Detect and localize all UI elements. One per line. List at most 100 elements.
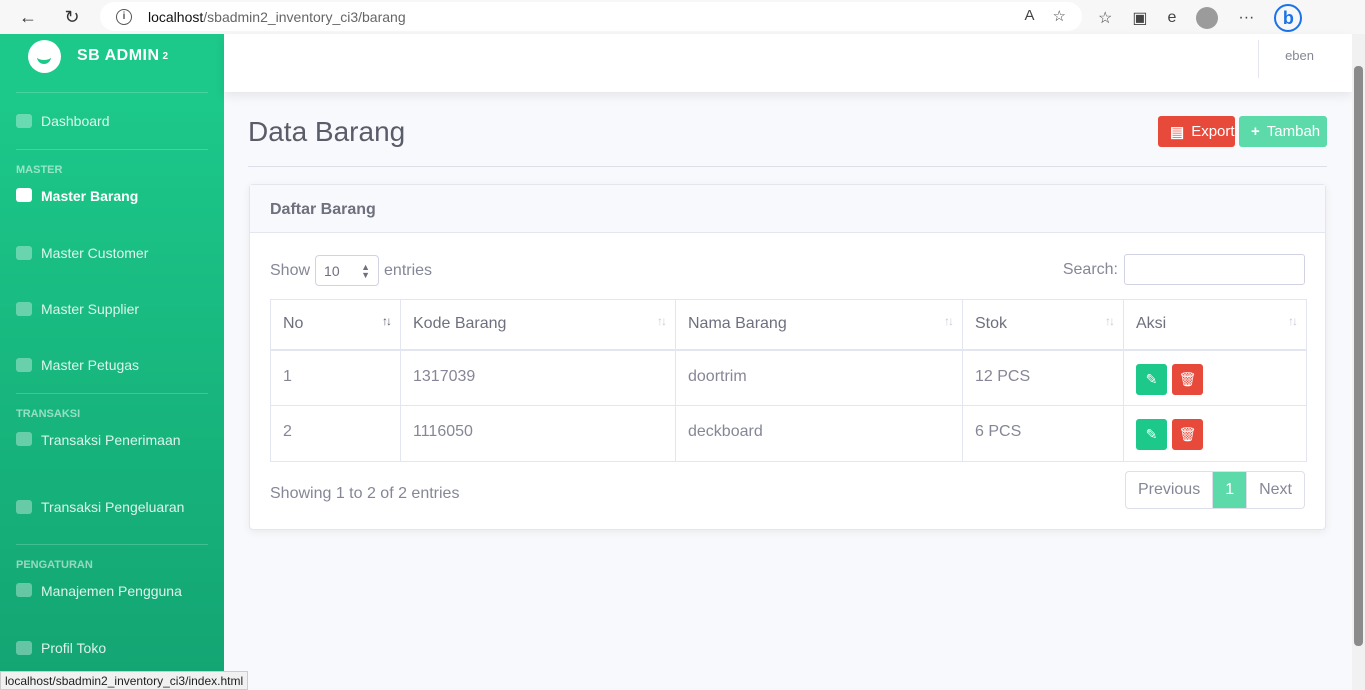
sidebar-heading-pengaturan: PENGATURAN	[16, 559, 93, 571]
column-header-stok[interactable]: Stok ↑↓	[962, 299, 1124, 351]
sidebar-item-manajemen-pengguna[interactable]: Manajemen Pengguna	[0, 583, 224, 620]
edit-button[interactable]: ✎	[1136, 419, 1167, 450]
back-icon[interactable]: ←	[14, 3, 42, 31]
column-header-aksi[interactable]: Aksi ↑↓	[1123, 299, 1307, 351]
entries-value: 10	[324, 262, 340, 279]
sort-icon: ↑↓	[944, 314, 954, 328]
user-menu[interactable]: eben	[1285, 48, 1314, 63]
url-path: /sbadmin2_inventory_ci3/barang	[203, 8, 406, 25]
brand[interactable]: SB ADMIN 2	[0, 34, 224, 78]
daftar-barang-card: Daftar Barang Show 10 ▲ ▼ entries Search:…	[249, 184, 1326, 530]
sidebar-item-master-petugas[interactable]: Master Petugas	[0, 337, 224, 393]
add-favorite-icon[interactable]: ☆	[1053, 7, 1066, 25]
status-url-tooltip: localhost/sbadmin2_inventory_ci3/index.h…	[0, 671, 249, 690]
topbar-divider	[1258, 40, 1259, 78]
collections-icon[interactable]: ▣	[1132, 8, 1147, 28]
previous-page-button[interactable]: Previous	[1126, 472, 1214, 508]
sidebar-item-label: Manajemen Pengguna	[41, 583, 182, 599]
pencil-icon: ✎	[1145, 370, 1158, 387]
show-label: Show	[270, 261, 311, 279]
store-icon	[16, 641, 32, 655]
sidebar-item-transaksi-pengeluaran[interactable]: Transaksi Pengeluaran	[0, 469, 224, 544]
user-icon	[16, 246, 32, 260]
site-info-icon[interactable]: i	[116, 8, 132, 25]
sidebar-item-dashboard[interactable]: Dashboard	[0, 93, 224, 149]
sidebar-item-label: Master Customer	[41, 245, 149, 261]
scrollbar[interactable]	[1352, 34, 1365, 690]
column-header-kode[interactable]: Kode Barang ↑↓	[400, 299, 676, 351]
cell-no: 2	[270, 405, 401, 462]
user-icon	[16, 302, 32, 316]
brand-logo-icon	[28, 39, 61, 73]
cell-nama: deckboard	[675, 405, 963, 462]
ie-mode-icon[interactable]: e	[1167, 9, 1176, 27]
column-header-no[interactable]: No ↑↓	[270, 299, 401, 351]
file-icon	[16, 499, 32, 514]
tambah-label: Tambah	[1266, 123, 1321, 140]
more-menu-icon[interactable]: ···	[1238, 9, 1254, 27]
column-header-nama[interactable]: Nama Barang ↑↓	[675, 299, 963, 351]
sort-icon: ↑↓	[1105, 314, 1115, 328]
delete-button[interactable]: 🗑	[1172, 363, 1203, 395]
sidebar-heading-master: MASTER	[16, 164, 63, 176]
table-header-row: No ↑↓ Kode Barang ↑↓ Nama Barang ↑↓ Stok ↑↓ …	[270, 299, 1307, 351]
delete-button[interactable]: 🗑	[1172, 419, 1203, 450]
dashboard-icon	[16, 114, 32, 128]
cell-kode: 1116050	[400, 405, 676, 462]
profile-avatar[interactable]	[1196, 7, 1219, 29]
scrollbar-thumb[interactable]	[1354, 66, 1363, 646]
url-host: localhost	[148, 8, 204, 25]
sidebar-item-master-customer[interactable]: Master Customer	[0, 225, 224, 281]
table-row: 2 1116050 deckboard 6 PCS ✎ 🗑	[270, 405, 1307, 462]
search-input[interactable]	[1124, 254, 1305, 285]
next-page-button[interactable]: Next	[1246, 472, 1304, 508]
entries-select[interactable]: 10 ▲ ▼	[315, 255, 380, 286]
card-title: Daftar Barang	[250, 185, 1325, 233]
search-label: Search:	[1062, 260, 1118, 278]
sort-icon: ↑↓	[382, 314, 392, 328]
sidebar: SB ADMIN 2 Dashboard MASTER Master Barang…	[0, 34, 224, 690]
cell-aksi: ✎ 🗑	[1123, 405, 1307, 462]
address-bar[interactable]: i localhost/sbadmin2_inventory_ci3/baran…	[100, 2, 1082, 31]
sidebar-item-profil-toko[interactable]: Profil Toko	[0, 620, 224, 676]
reload-icon[interactable]: ↻	[58, 3, 86, 31]
users-icon	[16, 358, 32, 372]
topbar: eben	[224, 34, 1352, 92]
bing-icon[interactable]: b	[1274, 4, 1303, 32]
file-icon	[16, 432, 32, 446]
sidebar-item-label: Master Petugas	[41, 357, 140, 373]
trash-icon: 🗑	[1178, 426, 1197, 442]
barang-table: No ↑↓ Kode Barang ↑↓ Nama Barang ↑↓ Stok ↑↓ …	[270, 299, 1307, 462]
edit-button[interactable]: ✎	[1136, 363, 1167, 395]
browser-toolbar: ← ↻ i localhost/sbadmin2_inventory_ci3/b…	[0, 0, 1365, 34]
sidebar-item-label: Master Barang	[41, 188, 139, 204]
cell-stok: 12 PCS	[962, 349, 1124, 406]
plus-icon: +	[1251, 123, 1260, 140]
users-icon	[16, 583, 32, 597]
table-info: Showing 1 to 2 of 2 entries	[270, 485, 460, 502]
pagination: Previous 1 Next	[1124, 471, 1305, 509]
cell-nama: doortrim	[675, 349, 963, 406]
export-button[interactable]: ▤ Export	[1158, 116, 1235, 147]
search-control: Search:	[1063, 254, 1305, 285]
cell-no: 1	[270, 349, 401, 406]
read-aloud-icon[interactable]: A	[1025, 7, 1035, 25]
sidebar-item-master-supplier[interactable]: Master Supplier	[0, 281, 224, 337]
sidebar-item-label: Profil Toko	[41, 640, 107, 656]
page-title: Data Barang	[248, 116, 406, 147]
sidebar-item-transaksi-penerimaan[interactable]: Transaksi Penerimaan	[0, 432, 224, 469]
sidebar-item-label: Transaksi Pengeluaran	[41, 498, 185, 515]
select-arrows-icon: ▲ ▼	[361, 261, 371, 280]
tambah-button[interactable]: + Tambah	[1239, 116, 1327, 147]
entries-label: entries	[384, 261, 433, 279]
sort-icon: ↑↓	[1288, 314, 1298, 328]
cell-aksi: ✎ 🗑	[1123, 349, 1307, 406]
favorites-icon[interactable]: ☆	[1098, 8, 1112, 28]
brand-name: SB ADMIN	[77, 47, 160, 64]
page-1-button[interactable]: 1	[1213, 472, 1247, 508]
cell-kode: 1317039	[400, 349, 676, 406]
sidebar-heading-transaksi: TRANSAKSI	[16, 408, 81, 420]
sidebar-item-master-barang[interactable]: Master Barang	[0, 188, 224, 225]
cell-stok: 6 PCS	[962, 405, 1124, 462]
trash-icon: 🗑	[1178, 370, 1197, 387]
